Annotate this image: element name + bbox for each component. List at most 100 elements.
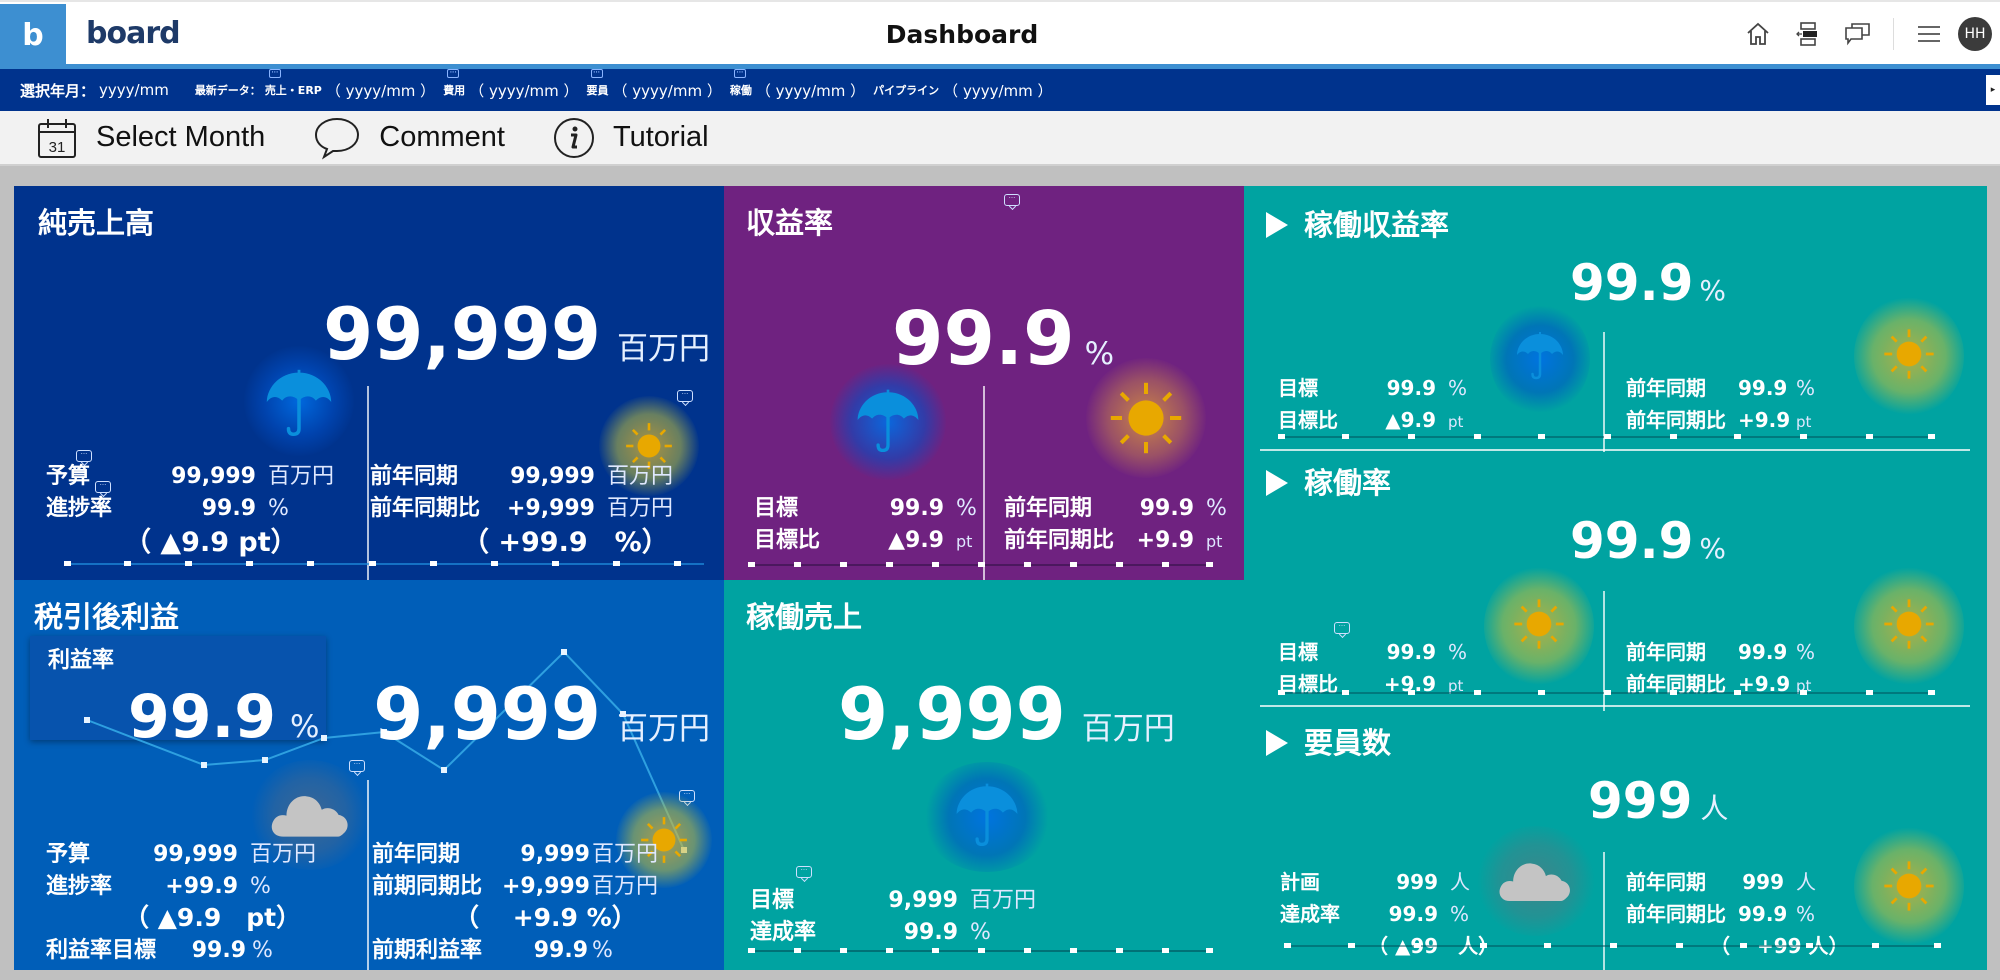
source-label-staff: ··· 要員 (586, 69, 609, 97)
sun-icon (1854, 826, 1964, 946)
source-label-utilization: ··· 稼働 (729, 69, 752, 97)
select-month-label: Select Month (96, 121, 266, 153)
prev-margin-row: 前期利益率 99.9% (372, 938, 613, 963)
net-sales-unit: 百万円 (617, 331, 710, 367)
yoy-ratio-row: 前期同期比 +9,999百万円 (372, 874, 659, 899)
yoy-row: 前年同期 99.9% (1004, 496, 1227, 521)
select-month-button[interactable]: 31 Select Month (36, 117, 265, 159)
tutorial-label: Tutorial (612, 121, 709, 153)
yoy-ratio-pct: （ +9.9 %） (454, 903, 637, 932)
comment-icon[interactable]: ··· (590, 69, 603, 78)
utilization-rate-title[interactable]: 稼働率 (1266, 460, 1391, 502)
operations-kpi-panel[interactable]: 稼働収益率 99.9% 目標 99.9% 目標比 ▲9.9 pt 前年同期 99.9% … (1244, 186, 1987, 970)
tutorial-button[interactable]: Tutorial (553, 117, 709, 159)
expand-triangle-icon[interactable] (1266, 730, 1288, 756)
latest-data-label: 最新データ： (194, 84, 261, 97)
home-icon[interactable] (1733, 14, 1783, 54)
utilization-rate-value: 99.9% (1570, 512, 1726, 570)
sun-icon (1484, 566, 1594, 686)
net-profit-value: 9,999 百万円 (373, 672, 710, 756)
sparkline (748, 562, 1213, 567)
trend-point (84, 717, 90, 723)
trend-point (561, 649, 567, 655)
comment-icon[interactable]: ··· (677, 390, 693, 402)
section-divider (1260, 449, 1970, 451)
comment-button[interactable]: Comment (313, 116, 505, 160)
net-sales-value: 99,999 百万円 (323, 292, 710, 376)
trend-point (321, 735, 327, 741)
expand-triangle-icon[interactable] (1266, 212, 1288, 238)
sun-icon (1086, 358, 1206, 478)
infobar-expand-toggle[interactable]: ▸ (1986, 75, 2000, 105)
achievement-row: 達成率 99.9% (750, 920, 991, 945)
plan-row: 計画 999 人 (1280, 870, 1470, 894)
dashboard-toolbar: 31 Select Month Comment Tutorial (0, 111, 2000, 166)
section-divider (1260, 705, 1970, 707)
trend-point (262, 757, 268, 763)
comment-icon[interactable]: ··· (1334, 622, 1350, 634)
info-icon (553, 117, 594, 158)
net-sales-panel[interactable]: 純売上高 99,999 百万円 ··· ··· ··· 予算 99,999 百万円 進… (14, 186, 724, 580)
yoy-row: 前年同期 99.9% (1626, 640, 1816, 664)
umbrella-icon (922, 762, 1052, 872)
expand-triangle-icon[interactable] (1266, 470, 1288, 496)
yoy-ratio-row: 前年同期比 +9.9 pt (1004, 528, 1223, 553)
source-label-cost: ··· 費用 (443, 69, 466, 97)
cloud-icon (1476, 826, 1596, 936)
sun-icon (1854, 566, 1964, 686)
yoy-ratio-row: 前年同期比 +9.9 pt (1626, 408, 1812, 432)
yoy-row: 前年同期 99.9% (1626, 376, 1816, 400)
sparkline (64, 561, 704, 566)
sparkline (1278, 690, 1935, 695)
yoy-row: 前年同期 9,999百万円 (372, 842, 659, 867)
svg-text:31: 31 (49, 139, 66, 156)
source-label-sales: ··· 売上・ERP (264, 69, 322, 97)
umbrella-icon (244, 346, 354, 456)
chat-icon[interactable] (1833, 14, 1883, 54)
page-title: Dashboard (885, 20, 1039, 49)
profit-margin-value: 99.9% (128, 682, 320, 752)
budget-row: 予算 99,999 百万円 (46, 842, 317, 867)
progress-row: 進捗率 99.9% (46, 496, 289, 521)
header-divider (1893, 18, 1894, 50)
profit-rate-title: 収益率 (746, 206, 834, 240)
budget-row: 予算 99,999 百万円 (46, 464, 335, 489)
progress-diff: （ ▲9.9 pt） (124, 527, 298, 558)
comment-icon[interactable]: ··· (1004, 194, 1020, 206)
yoy-ratio-pct: （ +99.9 %） (462, 527, 669, 558)
sparkline (1278, 434, 1935, 439)
headcount-title[interactable]: 要員数 (1266, 720, 1391, 762)
operating-sales-panel[interactable]: 稼働売上 9,999 百万円 ··· 目標 9,999 百万円 達成率 99.9% (724, 580, 1244, 970)
selected-month-value: yyyy/mm (99, 81, 169, 99)
trend-point (441, 767, 447, 773)
menu-icon[interactable] (1904, 14, 1954, 54)
umbrella-icon (1490, 304, 1590, 414)
source-value-sales: （ yyyy/mm ） (325, 81, 436, 100)
calendar-icon: 31 (38, 118, 76, 158)
divider (367, 386, 369, 580)
source-label-pipeline: パイプライン (873, 84, 940, 97)
operating-profit-rate-title[interactable]: 稼働収益率 (1266, 202, 1449, 244)
divider (983, 386, 985, 580)
target-row: 目標 99.9% (1278, 640, 1468, 664)
app-header: b board Dashboard HH (0, 0, 2000, 66)
comment-icon[interactable]: ··· (349, 760, 365, 772)
source-value-utilization: （ yyyy/mm ） (755, 81, 866, 100)
comment-icon[interactable]: ··· (268, 69, 281, 78)
target-row: 目標 99.9% (1278, 376, 1468, 400)
margin-target-row: 利益率目標 99.9% (46, 938, 273, 963)
sparkline (748, 948, 1213, 953)
comment-icon[interactable]: ··· (447, 69, 460, 78)
target-ratio-row: 目標比 ▲9.9 pt (754, 528, 973, 553)
comment-icon[interactable]: ··· (733, 69, 746, 78)
comment-icon[interactable]: ··· (796, 866, 812, 878)
layout-toggle-icon[interactable] (1783, 14, 1833, 54)
net-profit-panel[interactable]: 税引後利益 利益率 99.9% 9,999 百万円 ··· ··· 予算 99,99… (14, 580, 724, 970)
achievement-row: 達成率 99.9% (1280, 902, 1470, 926)
trend-point (201, 762, 207, 768)
profit-rate-panel[interactable]: ··· 収益率 99.9% 目標 99.9% 目標比 ▲9.9 pt 前年同期 99.9… (724, 186, 1244, 580)
yoy-ratio-row: 前年同期比 +9,999 百万円 (370, 496, 674, 521)
comment-label: Comment (379, 121, 505, 153)
user-avatar[interactable]: HH (1958, 17, 1992, 51)
yoy-ratio-row: 前年同期比 99.9% (1626, 902, 1816, 926)
